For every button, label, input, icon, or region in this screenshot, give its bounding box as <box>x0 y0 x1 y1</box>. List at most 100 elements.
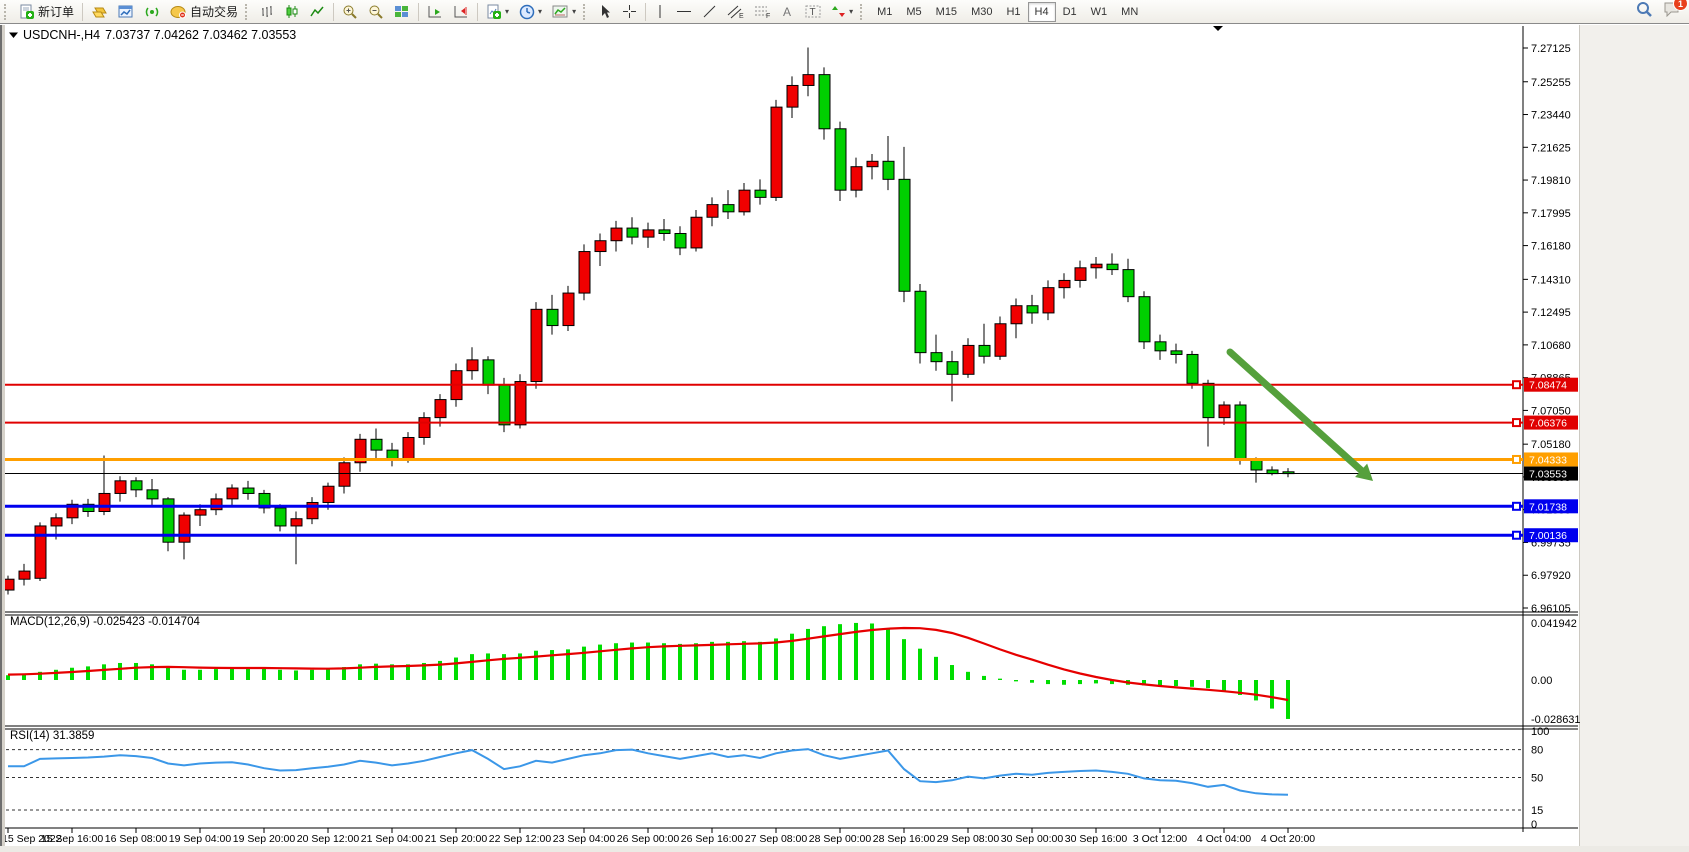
chart-title: USDCNH-,H4 7.03737 7.04262 7.03462 7.035… <box>9 28 296 42</box>
autotrading-icon <box>170 4 187 19</box>
svg-text:26 Sep 16:00: 26 Sep 16:00 <box>681 833 744 845</box>
svg-text:22 Sep 12:00: 22 Sep 12:00 <box>489 833 552 845</box>
svg-text:26 Sep 00:00: 26 Sep 00:00 <box>617 833 680 845</box>
toolbar-separator <box>477 3 478 21</box>
svg-text:4 Oct 04:00: 4 Oct 04:00 <box>1197 833 1251 845</box>
dropdown-arrow-icon: ▾ <box>849 7 853 16</box>
fibonacci-tool[interactable]: F <box>749 1 776 23</box>
chart-shift-marker-icon[interactable] <box>1213 26 1223 31</box>
horizontal-line-tool[interactable] <box>671 1 697 23</box>
svg-text:23 Sep 04:00: 23 Sep 04:00 <box>553 833 616 845</box>
svg-text:7.12495: 7.12495 <box>1531 307 1571 319</box>
signals-icon <box>144 4 160 19</box>
rsi-indicator-label: RSI(14) 31.3859 <box>10 730 94 742</box>
svg-text:7.10680: 7.10680 <box>1531 340 1571 352</box>
chart-menu-arrow-icon[interactable] <box>9 28 18 42</box>
toolbar-grip <box>583 4 589 20</box>
zoom-out-button[interactable] <box>363 1 389 23</box>
svg-text:50: 50 <box>1531 773 1543 785</box>
timeframe-h4[interactable]: H4 <box>1028 2 1056 22</box>
dropdown-arrow-icon: ▾ <box>505 7 509 16</box>
svg-text:7.03553: 7.03553 <box>1529 469 1567 481</box>
chart-window-bottom-border <box>0 846 1689 852</box>
timeframe-mn[interactable]: MN <box>1114 2 1145 22</box>
svg-text:7.21625: 7.21625 <box>1531 142 1571 154</box>
cursor-icon <box>598 4 612 19</box>
new-chart-dropdown[interactable]: ▾ <box>481 1 514 23</box>
svg-text:F: F <box>766 13 770 19</box>
svg-text:-0.028631: -0.028631 <box>1531 714 1581 726</box>
svg-text:15: 15 <box>1531 805 1543 817</box>
timeframe-w1[interactable]: W1 <box>1084 2 1115 22</box>
charts-window-icon <box>118 4 134 19</box>
timeframe-m5[interactable]: M5 <box>899 2 928 22</box>
svg-text:21 Sep 20:00: 21 Sep 20:00 <box>425 833 488 845</box>
arrows-dropdown[interactable]: ▾ <box>826 1 858 23</box>
vertical-line-tool[interactable] <box>649 1 671 23</box>
timeframe-d1[interactable]: D1 <box>1056 2 1084 22</box>
candlestick-series <box>3 48 1294 595</box>
svg-text:7.06376: 7.06376 <box>1529 418 1567 430</box>
autotrading-label: 自动交易 <box>190 3 238 20</box>
svg-text:0.00: 0.00 <box>1531 675 1552 687</box>
dropdown-arrow-icon: ▾ <box>538 7 542 16</box>
svg-text:20 Sep 12:00: 20 Sep 12:00 <box>297 833 360 845</box>
signals-button[interactable] <box>139 1 165 23</box>
svg-text:7.25255: 7.25255 <box>1531 77 1571 89</box>
horizontal-line-icon <box>676 4 692 19</box>
svg-text:7.27125: 7.27125 <box>1531 43 1571 55</box>
chart-shift-button[interactable] <box>448 1 474 23</box>
candlestick-chart-button[interactable] <box>280 1 305 23</box>
text-label-tool[interactable]: T <box>800 1 826 23</box>
templates-dropdown[interactable]: ▾ <box>547 1 581 23</box>
vertical-line-icon <box>654 4 666 19</box>
notifications-button[interactable]: 1 <box>1663 1 1681 22</box>
charts-window-button[interactable] <box>113 1 139 23</box>
auto-scroll-button[interactable] <box>422 1 448 23</box>
svg-text:28 Sep 16:00: 28 Sep 16:00 <box>873 833 936 845</box>
new-order-button[interactable]: 新订单 <box>14 1 79 23</box>
timeframe-m1[interactable]: M1 <box>870 2 899 22</box>
equidistant-channel-tool[interactable]: E <box>722 1 749 23</box>
svg-text:E: E <box>739 13 744 19</box>
cursor-tool-button[interactable] <box>593 1 617 23</box>
crosshair-icon <box>622 4 637 19</box>
timeframe-m30[interactable]: M30 <box>964 2 999 22</box>
chart-window-left-border-inner <box>2 25 5 852</box>
svg-text:21 Sep 04:00: 21 Sep 04:00 <box>361 833 424 845</box>
macd-pane <box>6 623 1290 719</box>
svg-text:7.08474: 7.08474 <box>1529 380 1567 392</box>
chart-frame <box>0 26 1578 832</box>
svg-text:29 Sep 08:00: 29 Sep 08:00 <box>937 833 1000 845</box>
clock-icon <box>519 4 535 20</box>
svg-text:7.01738: 7.01738 <box>1529 501 1567 513</box>
chart-title-symbol: USDCNH-,H4 <box>23 28 100 42</box>
svg-text:7.23440: 7.23440 <box>1531 110 1571 122</box>
zoom-in-icon <box>342 4 358 20</box>
toolbar-grip <box>860 4 866 20</box>
line-chart-button[interactable] <box>305 1 330 23</box>
bar-chart-button[interactable] <box>255 1 280 23</box>
svg-text:28 Sep 00:00: 28 Sep 00:00 <box>809 833 872 845</box>
tile-windows-button[interactable] <box>389 1 415 23</box>
dropdown-arrow-icon: ▾ <box>572 7 576 16</box>
svg-text:7.04333: 7.04333 <box>1529 454 1567 466</box>
autotrading-button[interactable]: 自动交易 <box>165 1 243 23</box>
zoom-in-button[interactable] <box>337 1 363 23</box>
svg-text:7.19810: 7.19810 <box>1531 175 1571 187</box>
svg-text:80: 80 <box>1531 745 1543 757</box>
chart-canvas[interactable]: 7.27125 7.25255 7.23440 7.21625 7.19810 7.179… <box>0 0 1689 852</box>
period-dropdown[interactable]: ▾ <box>514 1 547 23</box>
crosshair-tool-button[interactable] <box>617 1 642 23</box>
text-tool[interactable]: A <box>776 1 800 23</box>
timeframe-h1[interactable]: H1 <box>999 2 1027 22</box>
trendline-tool[interactable] <box>697 1 722 23</box>
macd-indicator-label: MACD(12,26,9) -0.025423 -0.014704 <box>10 616 200 628</box>
svg-text:7.17995: 7.17995 <box>1531 208 1571 220</box>
toolbar-separator <box>333 3 334 21</box>
gold-button[interactable] <box>86 1 113 23</box>
search-button[interactable] <box>1636 1 1653 23</box>
timeframe-m15[interactable]: M15 <box>929 2 964 22</box>
line-chart-icon <box>310 4 325 19</box>
new-chart-icon <box>486 4 502 20</box>
